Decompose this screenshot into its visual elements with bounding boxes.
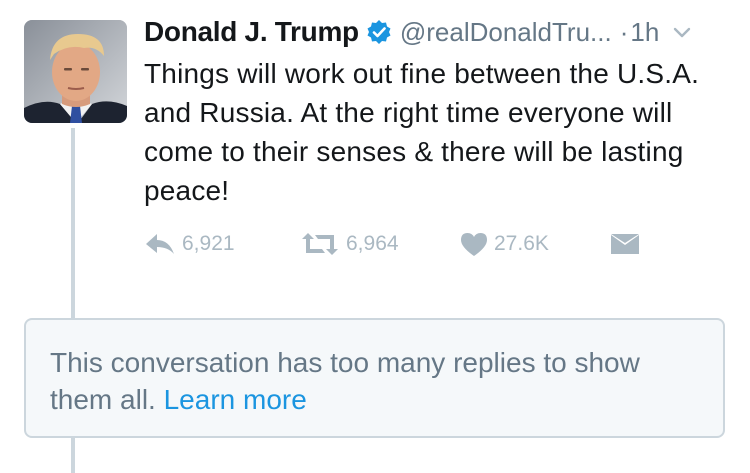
chevron-down-icon[interactable] xyxy=(671,21,693,43)
separator-dot: · xyxy=(619,16,629,47)
heart-icon xyxy=(461,232,487,256)
like-count: 27.6K xyxy=(494,232,549,255)
direct-message-button[interactable] xyxy=(610,226,640,262)
tweet-text: Things will work out fine between the U.… xyxy=(144,58,700,206)
retweet-count: 6,964 xyxy=(346,232,399,255)
reply-count: 6,921 xyxy=(182,232,235,255)
retweet-button[interactable]: 6,964 xyxy=(300,226,399,262)
avatar-photo-icon xyxy=(24,20,127,123)
notice-message: This conversation has too many replies t… xyxy=(50,347,640,415)
tweet-actions: 6,921 6,964 27.6K xyxy=(144,226,664,262)
envelope-icon xyxy=(611,234,639,254)
learn-more-link[interactable]: Learn more xyxy=(164,384,307,415)
reply-button[interactable]: 6,921 xyxy=(144,226,235,262)
tweet-header: Donald J. Trump @realDonaldTru... · 1h xyxy=(144,12,734,52)
retweet-icon xyxy=(302,233,338,255)
verified-badge-icon xyxy=(366,19,392,45)
author-handle[interactable]: @realDonaldTru... xyxy=(400,17,612,48)
reply-icon xyxy=(146,234,174,254)
avatar[interactable] xyxy=(24,20,127,123)
like-button[interactable]: 27.6K xyxy=(460,226,549,262)
author-name[interactable]: Donald J. Trump xyxy=(144,16,359,48)
tweet-detail: Donald J. Trump @realDonaldTru... · 1h T… xyxy=(0,0,750,473)
too-many-replies-notice: This conversation has too many replies t… xyxy=(24,318,725,438)
timestamp[interactable]: 1h xyxy=(630,17,659,48)
